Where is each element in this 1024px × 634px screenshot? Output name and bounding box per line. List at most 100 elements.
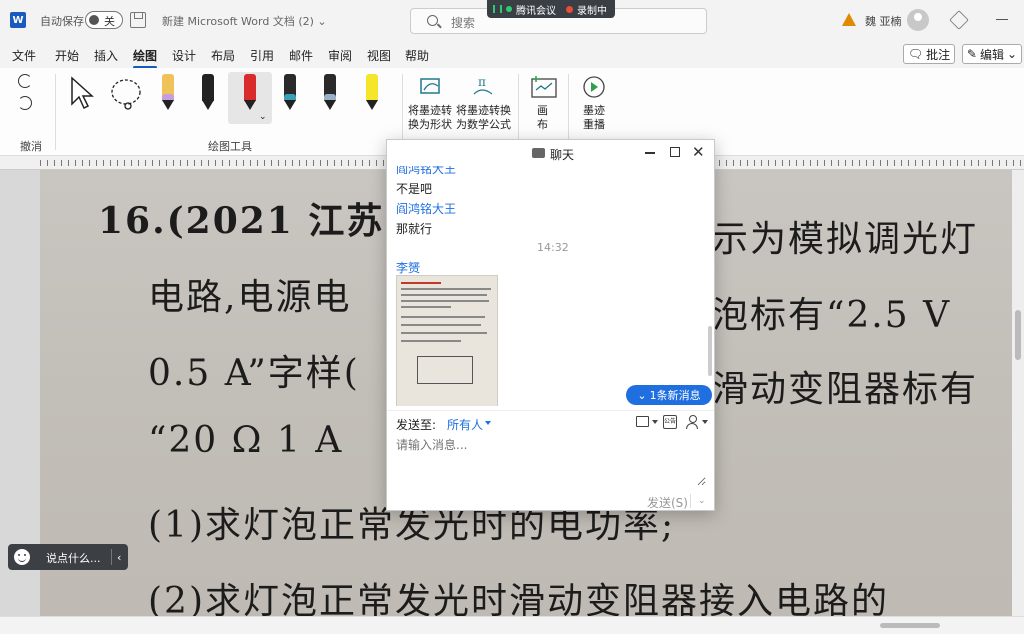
image-line [401, 300, 489, 302]
ink-to-shape-button[interactable]: 将墨迹转 换为形状 [408, 104, 452, 132]
pen-tip [202, 100, 214, 110]
tab-4[interactable]: 设计 [172, 47, 196, 64]
pen-tool-2[interactable] [238, 74, 262, 116]
scrollbar-thumb[interactable] [880, 623, 940, 628]
chat-window: 聊天 ✕ 阎鸿铭大王 不是吧 阎鸿铭大王 那就行 14:32 李赟 ⌄ 1条新消… [386, 139, 715, 511]
document-title[interactable]: 新建 Microsoft Word 文档 (2) ⌄ [162, 13, 327, 29]
chevron-down-icon[interactable]: ⌄ [698, 496, 706, 506]
scrollbar-thumb[interactable] [1015, 310, 1021, 360]
pen-tool-4[interactable] [318, 74, 342, 116]
svg-text:π: π [478, 75, 486, 89]
edit-label: 编辑 [979, 47, 1004, 62]
image-line [401, 332, 487, 334]
search-icon [427, 15, 438, 26]
pen-tip [162, 100, 174, 110]
comment-label: 批注 [926, 47, 951, 62]
send-button[interactable]: 发送(S) [647, 494, 688, 510]
image-line [401, 340, 461, 342]
canvas-icon [531, 76, 557, 98]
undo-group-label: 撤消 [20, 140, 42, 153]
tab-3[interactable]: 绘图 [133, 47, 158, 69]
new-message-button[interactable]: ⌄ 1条新消息 [626, 385, 712, 405]
send-target-row: 发送至: 所有人 公告 [387, 410, 714, 434]
message-text: 那就行 [396, 222, 433, 236]
image-line [401, 324, 481, 326]
lasso-select-icon[interactable] [108, 76, 144, 112]
ribbon-separator [55, 74, 56, 150]
tab-5[interactable]: 布局 [211, 47, 235, 64]
tab-2[interactable]: 插入 [94, 47, 118, 64]
canvas-button[interactable]: 画 布 [537, 104, 548, 132]
drawing-tools-group-label: 绘图工具 [208, 140, 252, 153]
document-line: 电路,电源电 [148, 277, 352, 318]
vertical-scrollbar[interactable] [1012, 170, 1024, 624]
document-line: 滑动变阻器标有 [712, 369, 979, 410]
pen-tool-1[interactable] [196, 74, 220, 116]
toggle-state: 关 [104, 15, 115, 28]
save-icon[interactable] [130, 12, 146, 28]
chat-title: 聊天 [550, 148, 575, 162]
chevron-down-icon[interactable] [485, 421, 491, 425]
tab-6[interactable]: 引用 [250, 47, 274, 64]
warning-icon[interactable] [842, 13, 856, 26]
redo-icon[interactable] [18, 96, 32, 110]
document-line: 16.(2021 江苏扌 [98, 200, 423, 242]
message-time: 14:32 [537, 241, 569, 254]
meeting-status-pill[interactable]: 腾讯会议 录制中 [487, 0, 615, 18]
send-to-select[interactable]: 所有人 [447, 416, 483, 433]
chevron-down-icon: ⌄ [1007, 47, 1018, 61]
comment-button[interactable]: 🗨 批注 [903, 44, 955, 64]
announcement-icon[interactable]: 公告 [663, 415, 677, 429]
message-list[interactable]: 阎鸿铭大王 不是吧 阎鸿铭大王 那就行 14:32 李赟 [387, 166, 714, 406]
minimize-icon[interactable] [996, 19, 1008, 20]
message-input[interactable] [396, 436, 706, 486]
select-pointer-icon[interactable] [68, 76, 96, 112]
avatar[interactable] [907, 9, 929, 31]
minimize-icon[interactable] [645, 152, 655, 154]
pen-tool-3[interactable] [278, 74, 302, 116]
quick-chat-pill[interactable]: 说点什么... ‹ [8, 544, 128, 570]
chat-bubble-icon [532, 148, 545, 158]
chevron-left-icon[interactable]: ‹ [117, 551, 121, 564]
image-line [401, 288, 491, 290]
ink-replay-button[interactable]: 墨迹 重播 [583, 104, 605, 132]
image-message[interactable] [396, 275, 498, 406]
circuit-diagram [417, 356, 473, 384]
document-line: “20 Ω 1 A [148, 420, 344, 461]
autosave-toggle[interactable]: 关 [85, 11, 123, 29]
chevron-down-icon[interactable] [652, 420, 658, 424]
comment-icon: 🗨 [907, 47, 924, 61]
edit-button[interactable]: ✎ 编辑 ⌄ [962, 44, 1022, 64]
undo-icon[interactable] [18, 74, 32, 88]
chat-scrollbar[interactable] [708, 326, 712, 376]
pen-tip [324, 100, 336, 110]
ink-to-math-button[interactable]: 将墨迹转换 为数学公式 [456, 104, 511, 132]
recording-label: 录制中 [577, 5, 607, 17]
tab-0[interactable]: 文件 [12, 47, 36, 64]
image-line [401, 282, 441, 284]
smile-icon[interactable] [14, 549, 30, 565]
tab-7[interactable]: 邮件 [289, 47, 313, 64]
quick-chat-placeholder[interactable]: 说点什么... [46, 550, 101, 566]
record-icon [566, 5, 573, 13]
close-icon[interactable]: ✕ [692, 143, 705, 161]
title-bar: W 自动保存 关 新建 Microsoft Word 文档 (2) ⌄ 搜索 腾… [0, 0, 1024, 40]
status-dot-icon [506, 6, 512, 12]
maximize-icon[interactable] [670, 147, 680, 157]
tab-9[interactable]: 视图 [367, 47, 391, 64]
pen-tool-5[interactable] [360, 74, 384, 116]
chevron-down-icon[interactable] [702, 420, 708, 424]
tab-8[interactable]: 审阅 [328, 47, 352, 64]
tab-1[interactable]: 开始 [55, 47, 79, 64]
send-divider [690, 494, 691, 508]
tab-10[interactable]: 帮助 [405, 47, 429, 64]
ink-to-shape-icon [420, 78, 440, 94]
pen-icon[interactable] [949, 10, 969, 30]
folder-icon[interactable] [636, 416, 649, 427]
new-message-label: 1条新消息 [649, 389, 701, 402]
person-icon[interactable] [686, 415, 698, 429]
user-name[interactable]: 魏 亚楠 [865, 13, 902, 29]
horizontal-scrollbar[interactable] [0, 616, 1024, 634]
pen-tool-0[interactable] [156, 74, 180, 116]
message-text: 不是吧 [396, 182, 433, 196]
